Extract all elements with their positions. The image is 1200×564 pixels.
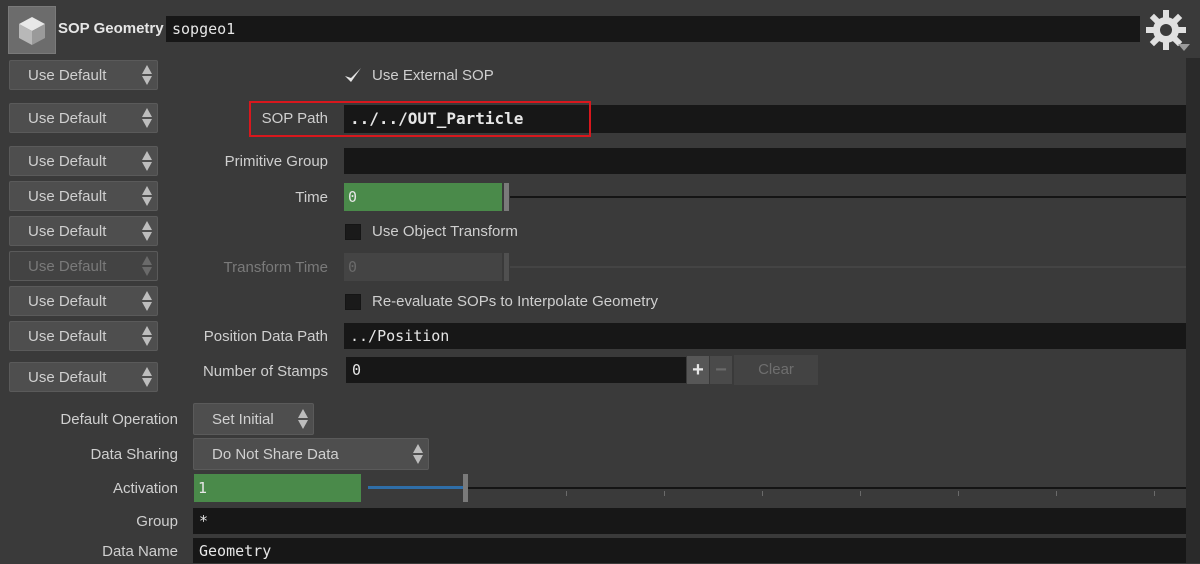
use-external-sop-label: Use External SOP — [372, 67, 494, 84]
time-field[interactable]: 0 — [344, 183, 502, 211]
use-default-dropdown-use-external-sop[interactable]: Use Default — [9, 60, 158, 90]
data-sharing-dropdown[interactable]: Do Not Share Data — [193, 438, 429, 470]
updown-arrows-icon — [141, 255, 153, 277]
dropdown-label: Use Default — [28, 223, 107, 240]
time-slider-track[interactable] — [510, 196, 1186, 198]
slider-tick — [762, 491, 763, 496]
use-default-dropdown-position-data-path[interactable]: Use Default — [9, 321, 158, 351]
activation-label: Activation — [112, 480, 178, 497]
use-object-transform-label: Use Object Transform — [372, 223, 518, 240]
slider-tick — [1056, 491, 1057, 496]
use-object-transform-checkbox[interactable] — [345, 224, 361, 240]
updown-arrows-icon — [141, 150, 153, 172]
checkmark-icon — [345, 68, 361, 82]
default-operation-label: Default Operation — [60, 411, 178, 428]
use-default-dropdown-use-object-transform[interactable]: Use Default — [9, 216, 158, 246]
node-type-label: SOP Geometry — [58, 20, 164, 37]
number-of-stamps-field[interactable]: 0 — [346, 357, 686, 383]
transform-time-field: 0 — [344, 253, 502, 281]
updown-arrows-icon — [412, 443, 424, 465]
reevaluate-label: Re-evaluate SOPs to Interpolate Geometry — [372, 293, 658, 310]
time-slider-handle[interactable] — [504, 183, 509, 211]
scrollbar[interactable] — [1186, 58, 1200, 563]
updown-arrows-icon — [141, 325, 153, 347]
dropdown-label: Use Default — [28, 110, 107, 127]
dropdown-label: Use Default — [28, 153, 107, 170]
primitive-group-label: Primitive Group — [224, 153, 328, 170]
dropdown-label: Use Default — [28, 293, 107, 310]
number-of-stamps-label: Number of Stamps — [202, 363, 328, 380]
activation-slider-track[interactable] — [465, 487, 1186, 489]
data-name-field[interactable]: Geometry — [193, 538, 1186, 563]
group-field[interactable]: * — [193, 508, 1186, 534]
gear-menu-arrow-icon[interactable] — [1178, 44, 1190, 51]
transform-time-slider-track — [510, 266, 1186, 268]
parameter-header: SOP Geometry sopgeo1 — [0, 0, 1200, 58]
remove-stamp-button[interactable]: − — [710, 356, 732, 384]
use-default-dropdown-time[interactable]: Use Default — [9, 181, 158, 211]
slider-tick — [566, 491, 567, 496]
data-name-label: Data Name — [102, 543, 178, 560]
use-default-dropdown-primitive-group[interactable]: Use Default — [9, 146, 158, 176]
updown-arrows-icon — [141, 107, 153, 129]
position-data-path-field[interactable]: ../Position — [344, 323, 1186, 349]
clear-button[interactable]: Clear — [734, 355, 818, 385]
activation-slider-handle[interactable] — [463, 474, 468, 502]
updown-arrows-icon — [297, 408, 309, 430]
updown-arrows-icon — [141, 64, 153, 86]
dropdown-value: Do Not Share Data — [212, 446, 339, 463]
dropdown-label: Use Default — [28, 328, 107, 345]
dropdown-label: Use Default — [28, 258, 107, 275]
updown-arrows-icon — [141, 185, 153, 207]
transform-time-label: Transform Time — [223, 259, 328, 276]
activation-field[interactable]: 1 — [194, 474, 361, 502]
use-default-dropdown-sop-path[interactable]: Use Default — [9, 103, 158, 133]
updown-arrows-icon — [141, 220, 153, 242]
transform-time-slider-handle — [504, 253, 509, 281]
dropdown-label: Use Default — [28, 67, 107, 84]
use-default-dropdown-transform-time: Use Default — [9, 251, 158, 281]
highlight-box — [249, 101, 591, 137]
add-stamp-button[interactable]: + — [687, 356, 709, 384]
dropdown-value: Set Initial — [212, 411, 274, 428]
reevaluate-checkbox[interactable] — [345, 294, 361, 310]
data-sharing-label: Data Sharing — [90, 446, 178, 463]
activation-slider-fill — [368, 486, 465, 489]
dropdown-label: Use Default — [28, 188, 107, 205]
updown-arrows-icon — [141, 366, 153, 388]
use-external-sop-checkbox[interactable] — [344, 67, 362, 85]
slider-tick — [958, 491, 959, 496]
use-default-dropdown-reevaluate[interactable]: Use Default — [9, 286, 158, 316]
primitive-group-field[interactable] — [344, 148, 1186, 174]
use-default-dropdown-number-of-stamps[interactable]: Use Default — [9, 362, 158, 392]
default-operation-dropdown[interactable]: Set Initial — [193, 403, 314, 435]
position-data-path-label: Position Data Path — [203, 328, 328, 345]
slider-tick — [664, 491, 665, 496]
node-name-field[interactable]: sopgeo1 — [166, 16, 1140, 42]
group-label: Group — [136, 513, 178, 530]
slider-tick — [860, 491, 861, 496]
slider-tick — [1154, 491, 1155, 496]
cube-icon[interactable] — [8, 6, 56, 54]
time-label: Time — [295, 189, 328, 206]
dropdown-label: Use Default — [28, 369, 107, 386]
updown-arrows-icon — [141, 290, 153, 312]
